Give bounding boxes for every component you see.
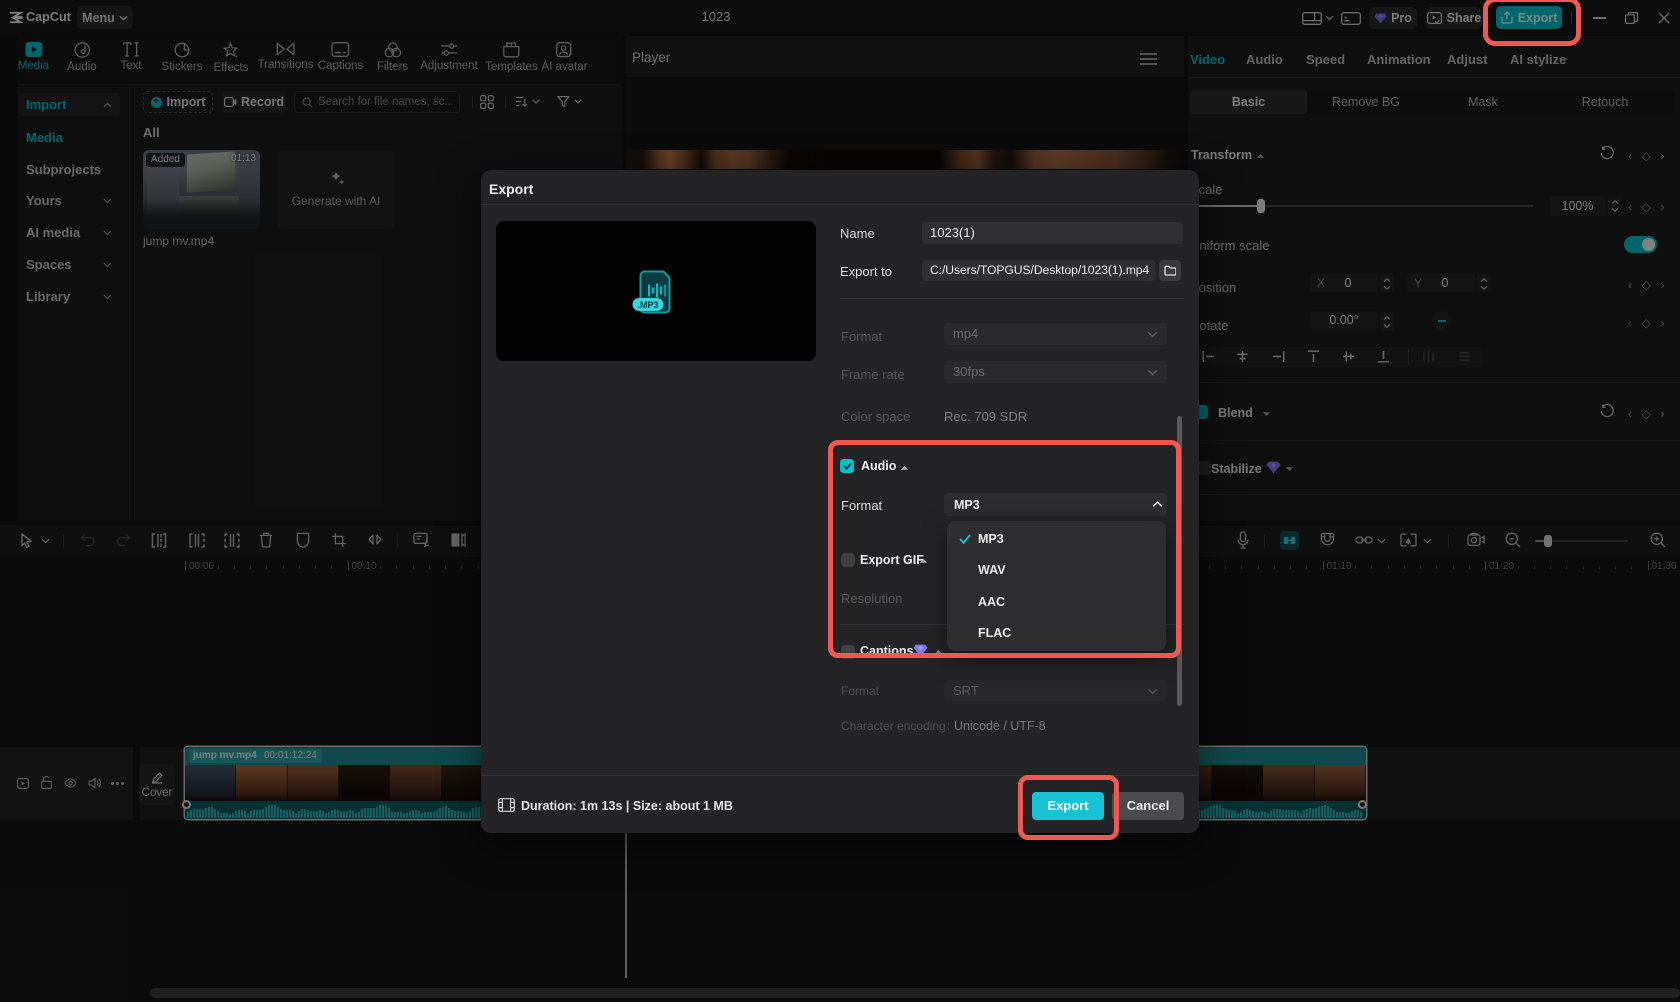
svg-text:.MP3: .MP3 bbox=[637, 300, 658, 310]
